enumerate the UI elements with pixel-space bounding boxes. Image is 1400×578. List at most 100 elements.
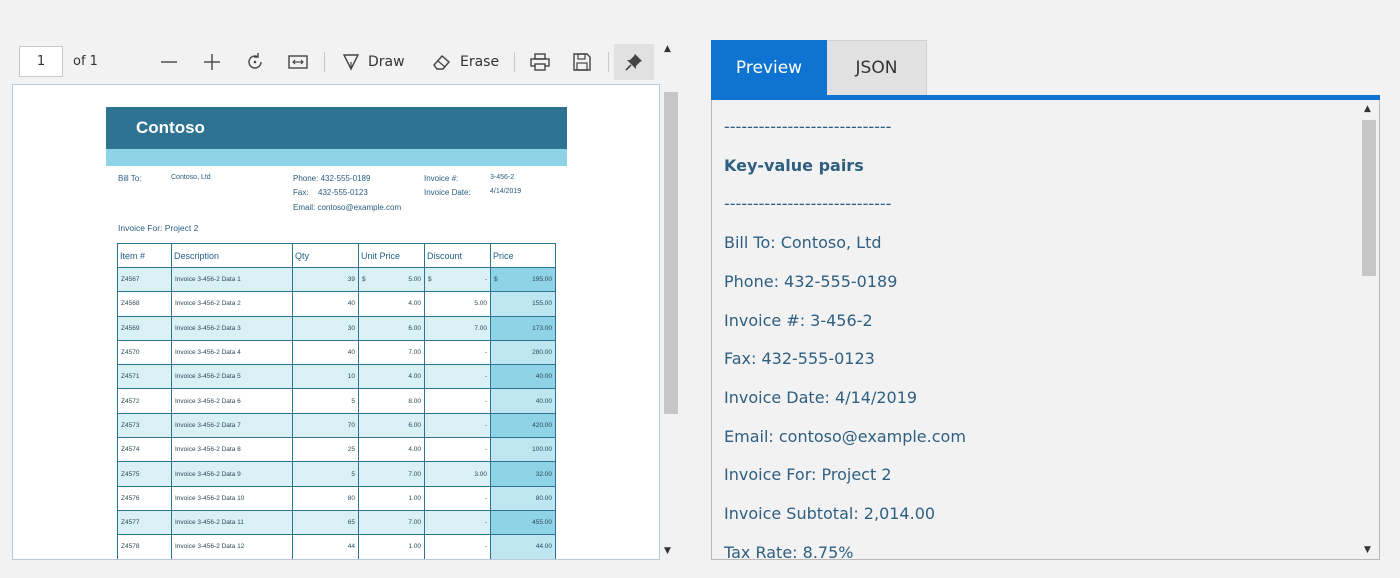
rotate-button[interactable]: [244, 48, 266, 76]
scroll-down-icon[interactable]: ▼: [664, 546, 671, 556]
print-button[interactable]: [528, 48, 552, 76]
viewer-scrollbar[interactable]: ▲ ▼: [661, 40, 679, 560]
table-row: Z4576 Invoice 3-456-2 Data 10 80 1.00 - 80.00: [117, 485, 556, 511]
unit-price-cell: $5.00: [358, 266, 425, 293]
item-cell: Z4576: [117, 485, 172, 511]
rotate-icon: [248, 53, 262, 69]
draw-button[interactable]: Draw: [342, 48, 405, 76]
discount-value: -: [484, 349, 487, 357]
unit-price-value: 7.00: [408, 349, 421, 357]
toolbar-divider: [608, 52, 609, 72]
discount-value: -: [484, 397, 487, 405]
discount-value: -: [484, 494, 487, 502]
tab-preview[interactable]: Preview: [711, 40, 827, 95]
fax-label: Fax:: [293, 188, 309, 197]
invoice-date-label: Invoice Date:: [424, 188, 471, 197]
column-header: Qty: [292, 243, 359, 268]
viewer-toolbar: 1 of 1 Draw Erase: [12, 40, 660, 84]
price-cell: 280.00: [490, 339, 556, 366]
item-cell: Z4572: [117, 388, 172, 414]
table-row: Z4577 Invoice 3-456-2 Data 11 65 7.00 - 455.0…: [117, 509, 556, 536]
item-cell: Z4567: [117, 266, 172, 293]
key-value-line: -----------------------------: [724, 117, 892, 136]
draw-label: Draw: [368, 54, 405, 70]
fit-width-icon: [288, 55, 308, 69]
key-value-line: Invoice #: 3-456-2: [724, 310, 873, 330]
invoice-table: Item # Description Qty Unit Price Discou…: [117, 243, 556, 559]
toolbar-divider: [514, 52, 515, 72]
tab-json[interactable]: JSON: [827, 40, 927, 95]
unit-price-value: 6.00: [408, 421, 421, 429]
discount-value: -: [484, 373, 487, 381]
qty-cell: 39: [292, 266, 359, 293]
price-value: 100.00: [532, 446, 552, 454]
price-value: 40.00: [535, 397, 552, 405]
unit-price-cell: 7.00: [358, 509, 425, 536]
eraser-icon: [433, 55, 450, 70]
unit-price-cell: 6.00: [358, 412, 425, 439]
pin-button[interactable]: [614, 44, 654, 80]
price-cell: 40.00: [490, 364, 556, 390]
price-value: 80.00: [535, 494, 552, 502]
qty-cell: 44: [292, 534, 359, 559]
preview-scrollbar[interactable]: ▲ ▼: [1361, 100, 1378, 559]
discount-value: -: [484, 276, 487, 284]
page-number-input[interactable]: 1: [19, 46, 63, 77]
key-value-line: Invoice For: Project 2: [724, 465, 892, 485]
price-cell: 100.00: [490, 437, 556, 463]
description-cell: Invoice 3-456-2 Data 6: [171, 388, 293, 414]
column-header: Item #: [117, 243, 172, 268]
fit-width-button[interactable]: [286, 48, 310, 76]
fax-value: 432-555-0123: [318, 188, 368, 197]
column-header: Description: [171, 243, 293, 268]
discount-cell: -: [424, 339, 491, 366]
unit-price-cell: 4.00: [358, 364, 425, 390]
qty-cell: 80: [292, 485, 359, 511]
key-value-line: Email: contoso@example.com: [724, 426, 966, 446]
scrollbar-thumb[interactable]: [664, 92, 678, 414]
save-button[interactable]: [570, 48, 594, 76]
scroll-up-icon[interactable]: ▲: [1364, 104, 1371, 114]
unit-price-cell: 7.00: [358, 339, 425, 366]
item-cell: Z4573: [117, 412, 172, 439]
key-value-line: Tax Rate: 8.75%: [724, 542, 854, 560]
description-cell: Invoice 3-456-2 Data 9: [171, 461, 293, 487]
qty-cell: 10: [292, 364, 359, 390]
discount-value: -: [484, 446, 487, 454]
zoom-in-button[interactable]: [201, 48, 223, 76]
key-value-line: Fax: 432-555-0123: [724, 349, 875, 369]
invoice-number-label: Invoice #:: [424, 174, 459, 183]
unit-price-cell: 8.00: [358, 388, 425, 414]
qty-cell: 25: [292, 437, 359, 463]
price-cell: 40.00: [490, 388, 556, 414]
table-row: Z4572 Invoice 3-456-2 Data 6 5 8.00 - 40.00: [117, 388, 556, 414]
table-row: Z4578 Invoice 3-456-2 Data 12 44 1.00 - 44.00: [117, 534, 556, 559]
key-value-line: Bill To: Contoso, Ltd: [724, 233, 882, 253]
page-count-label: of 1: [73, 54, 98, 69]
key-value-line: Invoice Date: 4/14/2019: [724, 387, 918, 407]
item-cell: Z4571: [117, 364, 172, 390]
discount-cell: -: [424, 437, 491, 463]
discount-cell: $ -: [424, 266, 491, 293]
table-row: Z4567 Invoice 3-456-2 Data 1 39 $5.00 $ - $195…: [117, 266, 556, 293]
section-heading: Key-value pairs: [724, 155, 864, 175]
discount-cell: -: [424, 485, 491, 511]
currency-symbol: $: [428, 276, 432, 284]
description-cell: Invoice 3-456-2 Data 3: [171, 315, 293, 341]
scrollbar-thumb[interactable]: [1362, 120, 1376, 276]
discount-value: 5.00: [474, 300, 487, 308]
price-value: 155.00: [532, 300, 552, 308]
scroll-down-icon[interactable]: ▼: [1364, 545, 1371, 555]
description-cell: Invoice 3-456-2 Data 4: [171, 339, 293, 366]
item-cell: Z4568: [117, 291, 172, 317]
scroll-up-icon[interactable]: ▲: [664, 44, 671, 54]
discount-cell: 5.00: [424, 291, 491, 317]
column-header: Price: [490, 243, 556, 268]
zoom-out-button[interactable]: [158, 48, 180, 76]
pen-icon: [342, 54, 360, 71]
price-value: 32.00: [535, 470, 552, 478]
invoice-date-value: 4/14/2019: [490, 188, 522, 195]
table-header-row: Item # Description Qty Unit Price Discou…: [117, 243, 556, 268]
erase-button[interactable]: Erase: [432, 48, 499, 76]
result-tabs: Preview JSON: [711, 40, 927, 96]
